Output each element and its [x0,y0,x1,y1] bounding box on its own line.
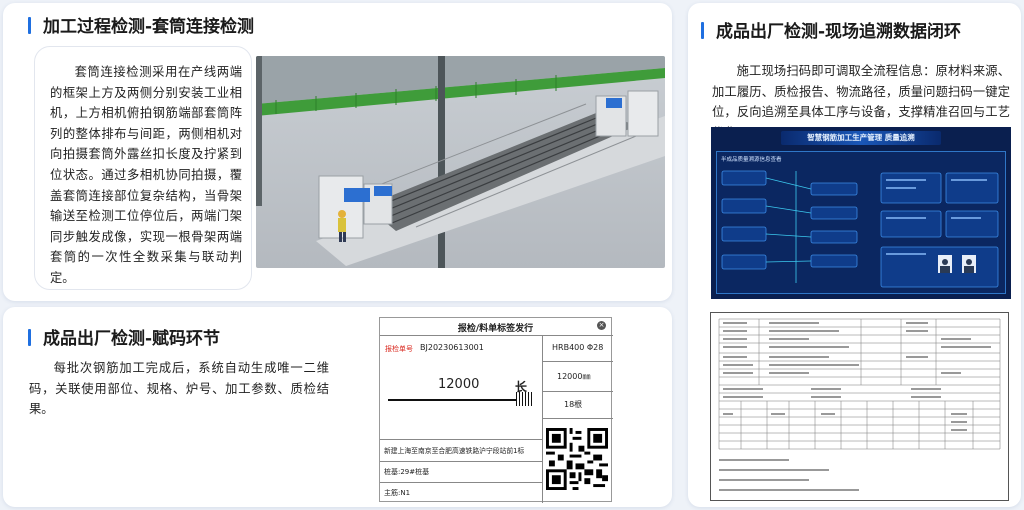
label-divider [542,391,613,392]
label-divider [542,361,613,362]
label-code-label: 报检单号 [385,345,413,353]
label-card: 报检/料单标签发行 × 报检单号 BJ20230613001 HRB400 Φ2… [379,317,613,503]
label-divider [380,461,542,462]
title-accent-bar [701,22,704,39]
sleeve-body: 套筒连接检测采用在产线两端的框架上方及两侧分别安装工业相机，上方相机俯拍钢筋端部… [50,65,242,285]
label-divider [542,418,613,419]
coding-card: 成品出厂检测-赋码环节 每批次钢筋加工完成后，系统自动生成唯一二维码，关联使用部… [3,307,672,507]
label-divider [380,482,542,483]
title-accent-bar [28,329,31,346]
label-main-bar: 主筋:N1 [384,489,411,497]
label-header: 报检/料单标签发行 [457,324,534,334]
coding-title: 成品出厂检测-赋码环节 [28,324,220,349]
qr-code-icon [546,428,608,490]
quality-report-table [711,313,1008,500]
production-line-photo [256,56,665,268]
dashboard-flow-diagram [721,170,999,288]
length-dimension-line [388,399,516,401]
length-dimension-ticks [516,392,532,406]
production-line-illustration [256,56,665,268]
label-divider [380,439,542,440]
label-code: BJ20230613001 [420,343,484,352]
sleeve-title: 加工过程检测-套筒连接检测 [28,12,254,37]
label-project: 新建上海至南京至合肥高速铁路沪宁段站前1标 [384,447,525,455]
title-accent-bar [28,17,31,34]
label-spec: HRB400 Φ28 [552,343,604,352]
label-divider [380,335,613,336]
quality-report-document [710,312,1009,501]
dashboard-panel-title: 半成品质量溯源信息查看 [721,157,782,163]
label-length-value: 12000 [438,377,480,392]
trace-card: 成品出厂检测-现场追溯数据闭环 施工现场扫码即可调取全流程信息：原材料来源、加工… [688,3,1021,507]
coding-body: 每批次钢筋加工完成后，系统自动生成唯一二维码，关联使用部位、规格、炉号、加工参数… [29,361,329,417]
label-count: 18根 [564,400,583,409]
sleeve-card: 加工过程检测-套筒连接检测 套筒连接检测采用在产线两端的框架上方及两侧分别安装工… [3,3,672,301]
label-length-mm: 12000㎜ [557,372,591,381]
dashboard-title: 智慧钢筋加工生产管理 质量追溯 [807,133,915,142]
trace-title: 成品出厂检测-现场追溯数据闭环 [701,17,961,42]
trace-dashboard: 智慧钢筋加工生产管理 质量追溯 半成品质量溯源信息查看 [711,127,1011,299]
label-pile: 桩基:29#桩基 [384,468,430,476]
label-close-icon[interactable]: × [597,321,606,330]
